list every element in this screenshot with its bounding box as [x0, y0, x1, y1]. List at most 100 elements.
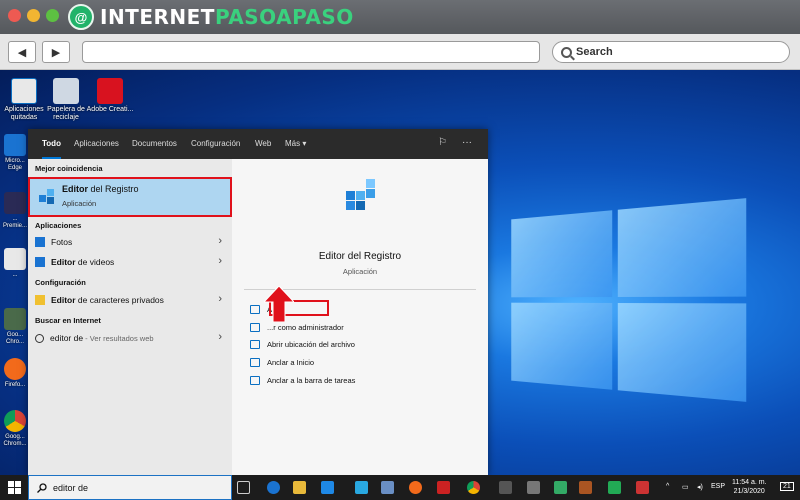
tab-configuracion[interactable]: Configuración — [191, 129, 240, 159]
list-item-editor-videos[interactable]: Editor de videos › — [28, 252, 232, 272]
clock-time: 11:54 a. m. — [732, 479, 767, 486]
edge-icon[interactable] — [267, 481, 280, 494]
action-label: Abrir ubicación del archivo — [267, 339, 355, 349]
chevron-right-icon[interactable]: › — [218, 331, 222, 343]
desktop-side-label: Firefo... — [4, 382, 26, 388]
start-button[interactable] — [0, 475, 28, 500]
chrome-icon — [4, 410, 26, 432]
list-item-label: Editor de caracteres privados — [51, 295, 164, 305]
tray-chevron-icon[interactable]: ^ — [666, 483, 669, 490]
list-item-label: editor de - Ver resultados web — [50, 333, 154, 343]
network-icon[interactable]: ▭ — [682, 483, 689, 491]
taskbar: editor de ^ ▭ ◂) ESP 11:54 a. m. 21/3/20… — [0, 475, 800, 500]
action-pin-taskbar[interactable]: Anclar a la barra de tareas — [250, 373, 355, 387]
store-icon[interactable] — [321, 481, 334, 494]
tab-todo[interactable]: Todo — [42, 129, 61, 159]
web-query: editor de — [50, 333, 84, 343]
start-search-panel: Todo Aplicaciones Documentos Configuraci… — [28, 129, 488, 475]
app-icon[interactable] — [579, 481, 592, 494]
desktop-side-label: ... — [12, 272, 18, 278]
list-item-web-search[interactable]: editor de - Ver resultados web › — [28, 328, 232, 348]
action-pin-start[interactable]: Anclar a Inicio — [250, 355, 314, 369]
action-run-admin[interactable]: ...r como administrador — [250, 320, 344, 334]
address-bar[interactable] — [82, 41, 540, 63]
vs-code-icon[interactable] — [355, 481, 368, 494]
pin-icon — [250, 357, 260, 367]
edge-file-icon — [11, 78, 37, 104]
app-icon[interactable] — [437, 481, 450, 494]
logo-text-left: INTERNET — [100, 5, 215, 29]
desktop-icon-adobe[interactable]: Adobe Creati... — [86, 78, 134, 114]
desktop-icon-premiere[interactable]: ... Premie... — [0, 192, 30, 230]
forward-button[interactable]: ▶ — [42, 41, 70, 63]
list-item-label-bold: Editor — [51, 295, 76, 305]
chrome-icon[interactable] — [467, 481, 480, 494]
volume-icon[interactable]: ◂) — [697, 483, 703, 491]
premiere-icon — [4, 192, 26, 214]
desktop-side-label: Goog... Chrom... — [3, 434, 27, 447]
video-editor-icon — [35, 257, 45, 267]
list-item-label-bold: Editor — [51, 257, 76, 267]
search-icon — [37, 482, 47, 493]
search-placeholder: Search — [576, 46, 613, 58]
desktop-icon-apps[interactable]: Aplicaciones quitadas — [0, 78, 48, 122]
file-explorer-icon[interactable] — [293, 481, 306, 494]
document-icon — [4, 248, 26, 270]
list-item-fotos[interactable]: Fotos › — [28, 232, 232, 252]
site-logo: @ INTERNETPASOAPASO — [68, 3, 354, 31]
desktop-icon-edge[interactable]: Micro... Edge — [0, 134, 30, 172]
chevron-right-icon[interactable]: › — [218, 293, 222, 305]
task-view-icon[interactable] — [237, 481, 250, 494]
back-button[interactable]: ◀ — [8, 41, 36, 63]
language-indicator[interactable]: ESP — [711, 483, 725, 490]
maximize-window-icon[interactable] — [46, 9, 59, 22]
results-list: Mejor coincidencia Editor del Registro A… — [28, 159, 232, 475]
tab-aplicaciones[interactable]: Aplicaciones — [74, 129, 119, 159]
desktop-icon-recycle-bin[interactable]: Papelera de reciclaje — [42, 78, 90, 122]
action-open-location[interactable]: Abrir ubicación del archivo — [250, 337, 355, 351]
app-icon[interactable] — [554, 481, 567, 494]
logo-text: INTERNETPASOAPASO — [100, 5, 354, 29]
firefox-icon — [4, 358, 26, 380]
firefox-icon[interactable] — [409, 481, 422, 494]
registry-editor-large-icon — [346, 179, 375, 210]
tab-web[interactable]: Web — [255, 129, 271, 159]
web-query-suffix: - Ver resultados web — [83, 334, 154, 343]
open-icon — [250, 304, 260, 314]
logo-text-right: PASOAPASO — [214, 5, 354, 29]
edge-icon — [4, 134, 26, 156]
browser-search-field[interactable]: Search — [552, 41, 790, 63]
desktop-icon-chrome-1[interactable]: Goo... Chro... — [0, 308, 30, 346]
clock-date: 21/3/2020 — [733, 488, 765, 495]
desktop-icon-misc[interactable]: ... — [0, 248, 30, 279]
app-icon[interactable] — [608, 481, 621, 494]
chevron-right-icon[interactable]: › — [218, 255, 222, 267]
desktop-icon-chrome[interactable]: Goog... Chrom... — [0, 410, 30, 448]
folder-icon — [250, 339, 260, 349]
minimize-window-icon[interactable] — [27, 9, 40, 22]
taskbar-search-text: editor de — [53, 482, 89, 493]
notifications-icon[interactable]: 21 — [780, 482, 794, 491]
app-icon[interactable] — [527, 481, 540, 494]
tab-mas[interactable]: Más ▾ — [285, 129, 306, 159]
taskbar-search-input[interactable]: editor de — [28, 475, 232, 500]
desktop-icon-firefox[interactable]: Firefo... — [0, 358, 30, 389]
action-label: Anclar a la barra de tareas — [267, 375, 356, 385]
section-heading: Mejor coincidencia — [35, 164, 103, 173]
chevron-right-icon[interactable]: › — [218, 235, 222, 247]
desktop-side-label: Micro... Edge — [5, 158, 25, 171]
action-label: ...r como administrador — [267, 322, 344, 332]
search-tabs: Todo Aplicaciones Documentos Configuraci… — [28, 129, 488, 159]
more-options-icon[interactable]: ··· — [462, 137, 472, 148]
mail-icon[interactable] — [381, 481, 394, 494]
tab-documentos[interactable]: Documentos — [132, 129, 177, 159]
app-icon[interactable] — [499, 481, 512, 494]
clock[interactable]: 11:54 a. m. 21/3/2020 — [732, 478, 767, 496]
app-icon[interactable] — [636, 481, 649, 494]
feedback-icon[interactable]: ⚐ — [438, 137, 447, 148]
desktop-side-label: Goo... Chro... — [5, 332, 24, 345]
photos-icon — [35, 237, 45, 247]
close-window-icon[interactable] — [8, 9, 21, 22]
preview-title: Editor del Registro — [318, 251, 402, 262]
list-item-editor-caracteres[interactable]: Editor de caracteres privados › — [28, 290, 232, 310]
